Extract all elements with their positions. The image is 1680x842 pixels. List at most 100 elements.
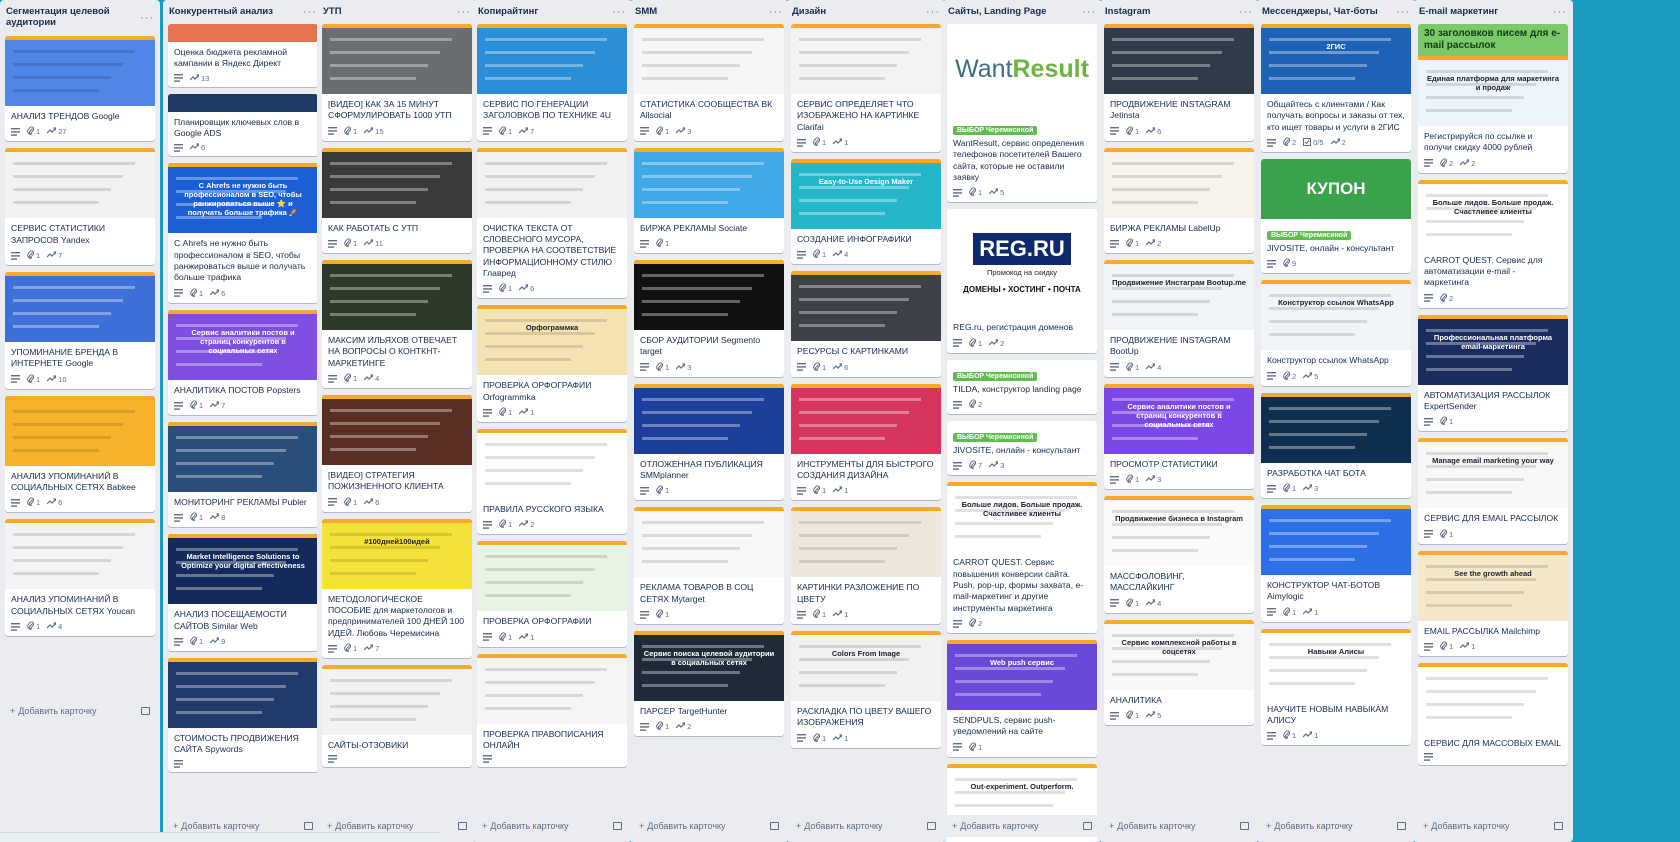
list-menu-icon[interactable]: ··· <box>1396 6 1410 18</box>
card-template-icon[interactable] <box>458 822 467 830</box>
card[interactable]: ПРОДВИЖЕНИЕ INSTAGRAM Jetinsta 1 6 <box>1104 24 1254 141</box>
card[interactable]: ПРАВИЛА РУССКОГО ЯЗЫКА 1 2 <box>477 429 627 535</box>
list-menu-icon[interactable]: ··· <box>1553 6 1567 18</box>
card[interactable]: Market Intelligence Solutions to Optimiz… <box>168 534 318 652</box>
card[interactable]: СТАТИСТИКА СООБЩЕСТВА ВК Allsocial 1 3 <box>634 24 784 141</box>
card[interactable]: РЕКЛАМА ТОВАРОВ В СОЦ СЕТЯХ Mytarget 1 <box>634 507 784 625</box>
card[interactable]: Продвижение бизнеса в Instagram МАССФОЛОВ… <box>1104 496 1254 613</box>
card-template-icon[interactable] <box>1240 822 1249 830</box>
card-template-icon[interactable] <box>1554 822 1563 830</box>
card[interactable]: Сервис поиска целевой аудитории в социал… <box>634 631 784 737</box>
card[interactable]: КАК РАБОТАТЬ С УТП 1 11 <box>322 147 472 254</box>
card-template-icon[interactable] <box>613 822 622 830</box>
card-label[interactable]: ВЫБОР Черемисиной <box>953 371 1038 381</box>
card[interactable]: #100дней100идей МЕТОДОЛОГИЧЕСКОЕ ПОСОБИЕ … <box>322 518 472 659</box>
card[interactable]: БИРЖА РЕКЛАМЫ Sociate 1 <box>634 147 784 254</box>
card-template-icon[interactable] <box>770 822 779 830</box>
card-template-icon[interactable] <box>1397 822 1406 830</box>
card[interactable]: Manage email marketing your way СЕРВИС ДЛ… <box>1418 438 1568 544</box>
card[interactable]: Сервис комплексной работы в соцсетях АНАЛ… <box>1104 619 1254 726</box>
card[interactable]: САЙТЫ-ОТЗОВИКИ <box>322 665 472 768</box>
card[interactable]: ОТЛОЖЕННАЯ ПУБЛИКАЦИЯ SMMplanner 1 <box>634 383 784 501</box>
card[interactable]: МОНИТОРИНГ РЕКЛАМЫ Publer 1 8 <box>168 422 318 528</box>
list-title[interactable]: Копирайтинг <box>478 6 538 18</box>
card[interactable]: СЕРВИС СТАТИСТИКИ ЗАПРОСОВ Yandex 1 7 <box>5 148 155 266</box>
card[interactable]: 30 заголовков писем для e-mail рассылок Е… <box>1418 24 1568 173</box>
card[interactable]: Сервис аналитики постов и страниц конкур… <box>168 309 318 416</box>
card[interactable]: ИНСТРУМЕНТЫ ДЛЯ БЫСТРОГО СОЗДАНИЯ ДИЗАЙН… <box>791 383 941 501</box>
card[interactable]: ОЧИСТКА ТЕКСТА ОТ СЛОВЕСНОГО МУСОРА, ПРО… <box>477 147 627 299</box>
card[interactable]: Навыки Алисы НАУЧИТЕ НОВЫМ НАВЫКАМ АЛИСУ 1… <box>1261 628 1411 746</box>
card[interactable]: СТОИМОСТЬ ПРОДВИЖЕНИЯ САЙТА Spywords <box>168 658 318 772</box>
list-title[interactable]: Сегментация целевой аудитории <box>6 6 140 29</box>
card[interactable]: ВЫБОР Черемисиной TILDA, конструктор land… <box>947 359 1097 415</box>
card[interactable]: REG.RU Промокод на скидку ДОМЕНЫ • ХОСТИНГ… <box>947 209 1097 353</box>
card-label[interactable]: ВЫБОР Черемисиной <box>953 126 1038 135</box>
card[interactable]: ПРОВЕРКА ПРАВОПИСАНИЯ ОНЛАЙН <box>477 653 627 768</box>
card[interactable]: КОНСТРУКТОР ЧАТ-БОТОВ Aimylogic 1 1 <box>1261 505 1411 622</box>
card[interactable]: Конструктор ссылок WhatsApp Конструктор с… <box>1261 280 1411 386</box>
list-title[interactable]: E-mail маркетинг <box>1419 6 1498 18</box>
card[interactable]: РАЗРАБОТКА ЧАТ БОТА 1 3 <box>1261 392 1411 499</box>
card[interactable]: Оценка бюджета рекламной кампании в Янде… <box>168 24 318 87</box>
list-title[interactable]: УТП <box>323 6 342 18</box>
list-menu-icon[interactable]: ··· <box>303 6 317 18</box>
card[interactable]: СЕРВИС ОПРЕДЕЛЯЕТ ЧТО ИЗОБРАЖЕНО НА КАРТ… <box>791 24 941 153</box>
card[interactable]: Продвижение Инстаграм Bootup.me ПРОДВИЖЕН… <box>1104 260 1254 377</box>
list-menu-icon[interactable]: ··· <box>926 6 940 18</box>
card[interactable]: [ВИДЕО] КАК ЗА 15 МИНУТ СФОРМУЛИРОВАТЬ 1… <box>322 24 472 141</box>
list-menu-icon[interactable]: ··· <box>769 6 783 18</box>
list-menu-icon[interactable]: ··· <box>1082 6 1096 18</box>
card[interactable]: УПОМИНАНИЕ БРЕНДА В ИНТЕРНЕТЕ Google 1 10 <box>5 272 155 389</box>
card[interactable]: С Ahrefs не нужно быть профессионалом в … <box>168 163 318 303</box>
add-card-button[interactable]: + Добавить карточку <box>942 815 1102 837</box>
add-card-button[interactable]: + Добавить карточку <box>1099 815 1259 837</box>
card-template-icon[interactable] <box>927 822 936 830</box>
card-template-icon[interactable] <box>1083 822 1092 830</box>
list-menu-icon[interactable]: ··· <box>1239 6 1253 18</box>
card[interactable]: АНАЛИЗ УПОМИНАНИЙ В СОЦИАЛЬНЫХ СЕТЯХ You… <box>5 519 155 637</box>
card[interactable]: СЕРВИС ПО ГЕНЕРАЦИИ ЗАГОЛОВКОВ ПО ТЕХНИК… <box>477 24 627 141</box>
list-title[interactable]: Конкурентный анализ <box>169 6 273 18</box>
card[interactable]: РЕСУРСЫ С КАРТИНКАМИ 1 6 <box>791 271 941 377</box>
add-card-button[interactable]: + Добавить карточку <box>629 815 789 837</box>
list-title[interactable]: SMM <box>635 6 657 18</box>
card-template-icon[interactable] <box>141 707 150 715</box>
add-card-button[interactable]: + Добавить карточку <box>786 815 946 837</box>
card[interactable]: АНАЛИЗ ТРЕНДОВ Google 1 27 <box>5 36 155 142</box>
card[interactable]: ВЫБОР Черемисиной JIVOSITE, онлайн - конс… <box>947 421 1097 476</box>
list-menu-icon[interactable]: ··· <box>140 12 154 24</box>
add-card-button[interactable]: + Добавить карточку <box>0 700 160 722</box>
card[interactable]: АНАЛИЗ УПОМИНАНИЙ В СОЦИАЛЬНЫХ СЕТЯХ Bab… <box>5 395 155 513</box>
card[interactable]: See the growth ahead EMAIL РАССЫЛКА Mailc… <box>1418 550 1568 657</box>
card[interactable]: [ВИДЕО] СТРАТЕГИЯ ПОЖИЗНЕННОГО КЛИЕНТА 1 6 <box>322 395 472 512</box>
card[interactable]: МАКСИМ ИЛЬЯХОВ ОТВЕЧАЕТ НА ВОПРОСЫ О КОН… <box>322 260 472 389</box>
card[interactable]: WantResult ВЫБОР Черемисиной WantResult, с… <box>947 24 1097 203</box>
card[interactable]: БИРЖА РЕКЛАМЫ LabelUp 1 2 <box>1104 147 1254 254</box>
card[interactable]: Больше лидов. Больше продаж. Счастливее … <box>947 482 1097 634</box>
add-card-button[interactable]: + Добавить карточку <box>1256 815 1416 837</box>
card[interactable]: Easy-to-Use Design Maker СОЗДАНИЕ ИНФОГРА… <box>791 159 941 265</box>
card[interactable]: Web push сервис SENDPULS, сервис push-уве… <box>947 640 1097 757</box>
list-title[interactable]: Instagram <box>1105 6 1150 18</box>
card[interactable]: КУПОН ВЫБОР Черемисиной JIVOSITE, онлайн -… <box>1261 159 1411 274</box>
card[interactable]: Colors From Image РАСКЛАДКА ПО ЦВЕТУ ВАШЕ… <box>791 631 941 748</box>
add-card-button[interactable]: + Добавить карточку <box>472 815 632 837</box>
card[interactable]: СБОР АУДИТОРИИ Segmento target 1 3 <box>634 260 784 377</box>
card-template-icon[interactable] <box>304 822 313 830</box>
card[interactable]: Профессиональная платформа email-маркети… <box>1418 314 1568 432</box>
card[interactable]: 2ГИС Общайтесь с клиентами / Как получать… <box>1261 24 1411 153</box>
card-label[interactable]: ВЫБОР Черемисиной <box>1267 231 1352 241</box>
list-title[interactable]: Мессенджеры, Чат-боты <box>1262 6 1378 18</box>
list-menu-icon[interactable]: ··· <box>457 6 471 18</box>
card[interactable]: Сервис аналитики постов и страниц конкур… <box>1104 383 1254 490</box>
list-menu-icon[interactable]: ··· <box>612 6 626 18</box>
card[interactable]: Больше лидов. Больше продаж. Счастливее … <box>1418 179 1568 308</box>
card[interactable]: Орфограммка ПРОВЕРКА ОРФОГРАФИИ Orfogramm… <box>477 305 627 423</box>
list-title[interactable]: Сайты, Landing Page <box>948 6 1046 18</box>
card[interactable]: СЕРВИС ДЛЯ МАССОВЫХ EMAIL <box>1418 663 1568 766</box>
card[interactable]: ПРОВЕРКА ОРФОГРАФИИ 1 1 <box>477 541 627 647</box>
card[interactable]: Планировщик ключевых слов в Google ADS 6 <box>168 93 318 157</box>
card-label[interactable]: ВЫБОР Черемисиной <box>953 433 1038 443</box>
list-title[interactable]: Дизайн <box>792 6 826 18</box>
